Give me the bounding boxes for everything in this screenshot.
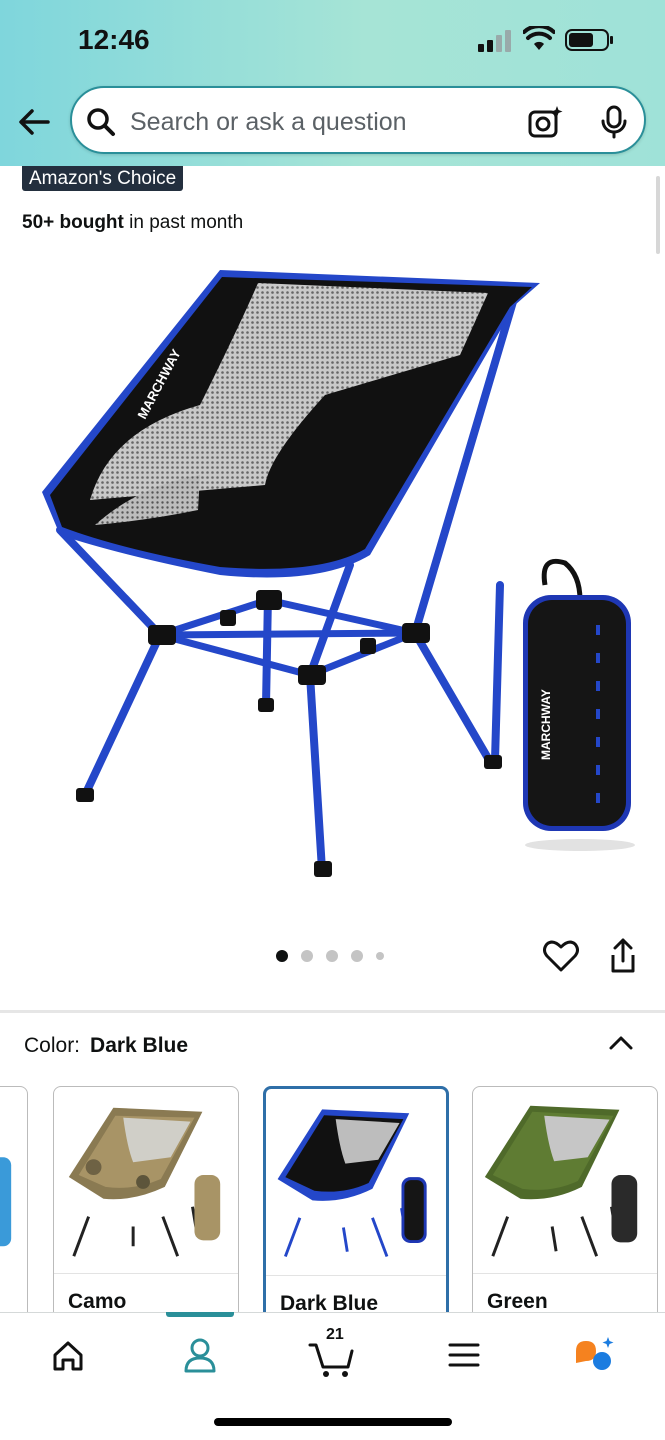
- wifi-icon: [523, 26, 555, 50]
- status-bar: 12:46: [0, 0, 665, 80]
- back-arrow-icon[interactable]: [14, 102, 54, 142]
- color-swatch-dark-blue[interactable]: Dark Blue: [263, 1086, 449, 1312]
- pagination-dot[interactable]: [276, 950, 288, 962]
- swatch-thumbnail: [484, 1105, 638, 1257]
- account-icon[interactable]: [170, 1331, 230, 1381]
- home-indicator[interactable]: [214, 1418, 452, 1426]
- search-icon: [87, 108, 115, 136]
- swatch-separator: [266, 1275, 446, 1276]
- cellular-signal-icon: [478, 30, 511, 52]
- pagination-dot[interactable]: [351, 950, 363, 962]
- color-swatch-list[interactable]: Camo Dark Blue Green: [0, 1086, 665, 1312]
- heart-icon[interactable]: [543, 939, 579, 973]
- chevron-up-icon[interactable]: [606, 1030, 636, 1054]
- selected-color: Dark Blue: [90, 1034, 189, 1057]
- rufus-icon[interactable]: [566, 1331, 626, 1381]
- status-time: 12:46: [78, 24, 150, 55]
- image-pagination-dots[interactable]: [276, 950, 384, 962]
- menu-icon[interactable]: [434, 1331, 494, 1381]
- bought-count: 50+ bought: [22, 212, 124, 233]
- pagination-dot[interactable]: [376, 952, 384, 960]
- swatch-separator: [54, 1273, 238, 1274]
- active-tab-indicator: [166, 1312, 234, 1317]
- camera-lens-icon[interactable]: [527, 105, 563, 139]
- color-swatch-offscreen[interactable]: [0, 1086, 28, 1312]
- color-swatch-green[interactable]: Green: [472, 1086, 658, 1312]
- microphone-icon[interactable]: [599, 105, 629, 139]
- swatch-thumbnail: [68, 1107, 221, 1257]
- share-icon[interactable]: [607, 937, 639, 975]
- bought-in-past-month: 50+ bought in past month: [22, 212, 243, 234]
- swatch-thumbnail: [0, 1157, 12, 1247]
- swatch-separator: [473, 1273, 657, 1274]
- cart-count-badge: 21: [326, 1326, 344, 1343]
- swatch-label: Dark Blue: [280, 1292, 379, 1312]
- scrollbar-thumb[interactable]: [656, 176, 660, 254]
- svg-text:MARCHWAY: MARCHWAY: [539, 689, 553, 760]
- pagination-dot[interactable]: [301, 950, 313, 962]
- product-image[interactable]: MARCHWAY MARCHWAY: [20, 255, 650, 895]
- search-bar[interactable]: Search or ask a question: [70, 86, 646, 154]
- swatch-label: Green: [487, 1290, 548, 1312]
- swatch-thumbnail: [277, 1109, 427, 1258]
- amazons-choice-badge[interactable]: Amazon's Choice: [22, 166, 184, 191]
- color-selector-label: Color: Dark Blue: [24, 1034, 188, 1058]
- color-swatch-camo[interactable]: Camo: [53, 1086, 239, 1312]
- color-label: Color:: [24, 1034, 81, 1057]
- swatch-label: Camo: [68, 1290, 127, 1312]
- search-input[interactable]: Search or ask a question: [130, 108, 407, 137]
- pagination-dot[interactable]: [326, 950, 338, 962]
- bought-period: in past month: [123, 212, 244, 233]
- home-icon[interactable]: [38, 1331, 98, 1381]
- battery-icon: [565, 29, 613, 51]
- section-divider: [0, 1010, 665, 1013]
- app-header: 12:46 Search or ask a question: [0, 0, 665, 166]
